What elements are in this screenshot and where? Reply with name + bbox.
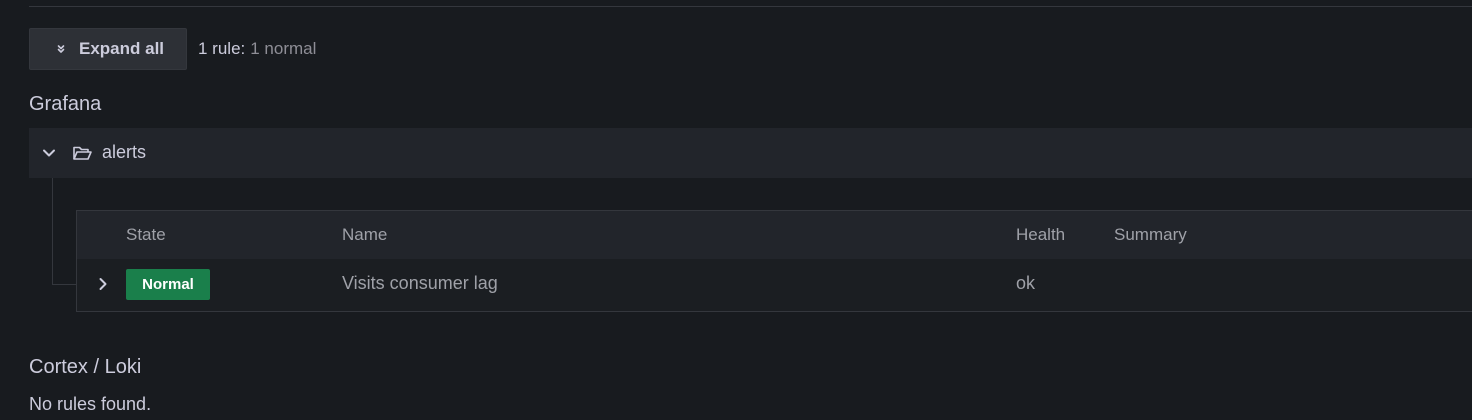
angle-double-down-icon <box>54 42 68 56</box>
expand-all-label: Expand all <box>79 39 165 58</box>
table-header: State Name Health Summary <box>77 211 1472 259</box>
folder-open-icon <box>71 142 93 164</box>
column-header-summary: Summary <box>1114 225 1187 244</box>
cortex-section-title: Cortex / Loki <box>29 356 142 378</box>
rule-summary: 1 rule: 1 normal <box>198 39 316 59</box>
rule-state-detail: 1 normal <box>250 39 317 58</box>
tree-connector-vertical <box>52 178 53 284</box>
column-header-name: Name <box>342 225 388 244</box>
rules-toolbar: Expand all 1 rule: 1 normal <box>29 28 316 70</box>
folder-row-alerts[interactable]: alerts <box>29 128 1472 178</box>
chevron-down-icon[interactable] <box>41 145 57 161</box>
column-header-state: State <box>126 225 166 244</box>
rule-health: ok <box>1016 273 1036 293</box>
alert-rules-page: Expand all 1 rule: 1 normal Grafana alert… <box>0 0 1472 420</box>
chevron-right-icon[interactable] <box>95 276 111 292</box>
table-row[interactable]: Normal Visits consumer lag ok <box>77 259 1472 311</box>
rule-count: 1 rule: <box>198 39 246 58</box>
grafana-section-title: Grafana <box>29 93 102 115</box>
tree-connector-horizontal <box>52 284 76 285</box>
rule-name: Visits consumer lag <box>342 273 498 293</box>
empty-state-message: No rules found. <box>29 394 152 414</box>
folder-name[interactable]: alerts <box>102 142 146 163</box>
rules-table: State Name Health Summary Normal Visits … <box>76 210 1472 312</box>
expand-all-button[interactable]: Expand all <box>29 28 187 70</box>
top-divider <box>29 6 1472 7</box>
column-header-health: Health <box>1016 225 1066 244</box>
state-badge: Normal <box>126 269 210 300</box>
